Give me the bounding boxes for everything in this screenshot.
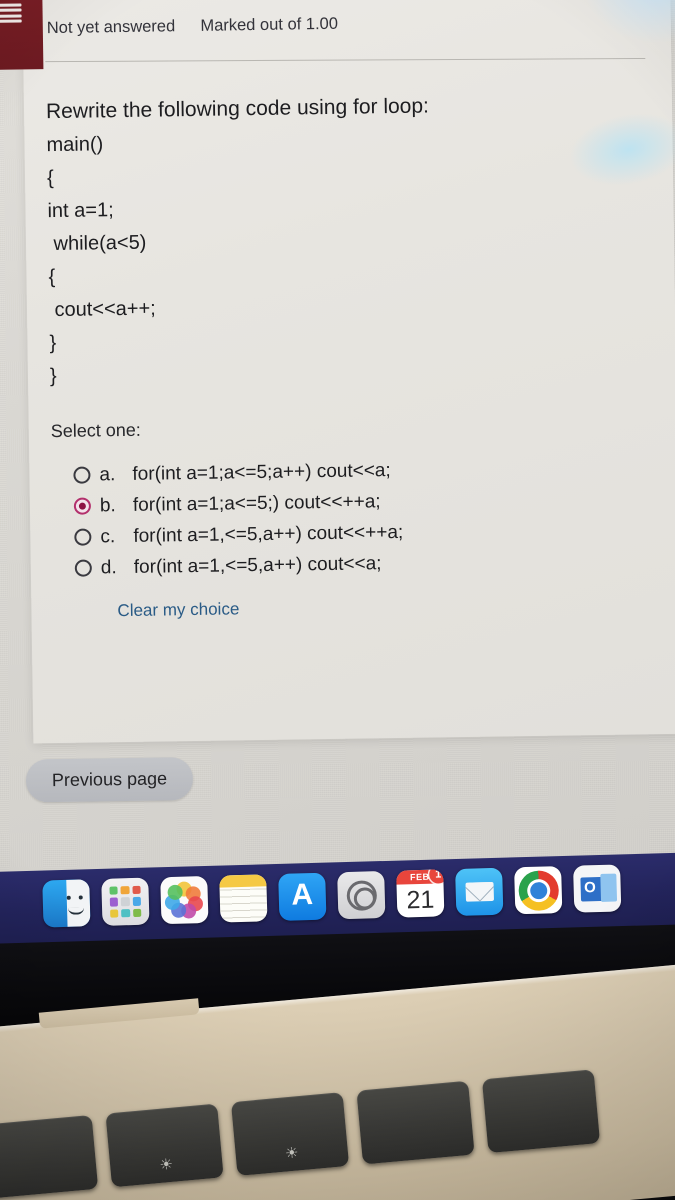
system-preferences-icon[interactable]: [337, 870, 386, 920]
question-meta: Not yet answered Marked out of 1.00: [47, 15, 338, 38]
calendar-icon[interactable]: FEB 21 1: [396, 869, 445, 918]
option-text: for(int a=1;a<=5;) cout<<++a;: [132, 491, 381, 516]
launchpad-icon[interactable]: [101, 877, 150, 926]
app-store-icon[interactable]: A: [278, 872, 327, 921]
radio-option-d[interactable]: [74, 559, 92, 577]
question-card: Question 24 Not yet answered Marked out …: [21, 0, 675, 744]
option-text: for(int a=1;a<=5;a++) cout<<a;: [132, 460, 391, 485]
select-one-label: Select one:: [50, 419, 141, 442]
keyboard-key[interactable]: ☀: [230, 1092, 350, 1176]
moodle-nav-strip: [0, 0, 44, 70]
radio-option-b[interactable]: [73, 497, 92, 515]
keyboard-key[interactable]: [356, 1080, 475, 1165]
answer-group: Select one: a. for(int a=1;a<=5;a++) cou…: [51, 412, 634, 622]
app-store-glyph: A: [290, 877, 314, 912]
mail-icon[interactable]: [455, 867, 504, 916]
outlook-icon[interactable]: [573, 864, 622, 913]
hamburger-icon[interactable]: [0, 3, 22, 23]
laptop-photo: Question 24 Not yet answered Marked out …: [0, 0, 675, 1200]
code-line: }: [49, 364, 57, 388]
option-text: for(int a=1,<=5,a++) cout<<++a;: [133, 521, 404, 547]
moodle-quiz-page: Question 24 Not yet answered Marked out …: [0, 0, 675, 924]
calendar-day: 21: [406, 885, 435, 915]
finder-icon[interactable]: [42, 879, 91, 928]
notes-icon[interactable]: [219, 874, 268, 923]
brightness-up-icon: ☀: [284, 1144, 300, 1163]
radio-option-c[interactable]: [74, 528, 92, 546]
keyboard-key[interactable]: [0, 1114, 99, 1199]
answer-option-d[interactable]: d. for(int a=1,<=5,a++) cout<<a;: [74, 546, 633, 582]
option-letter: c.: [100, 526, 116, 548]
answer-option-a[interactable]: a. for(int a=1;a<=5;a++) cout<<a;: [73, 453, 631, 489]
option-letter: d.: [100, 557, 117, 579]
status-badge: Not yet answered: [46, 17, 176, 38]
photos-icon[interactable]: [160, 875, 209, 925]
radio-option-a[interactable]: [73, 466, 91, 484]
option-letter: b.: [99, 495, 116, 517]
answer-option-c[interactable]: c. for(int a=1,<=5,a++) cout<<++a;: [74, 515, 632, 551]
chrome-icon[interactable]: [514, 866, 563, 915]
option-letter: a.: [99, 464, 116, 486]
keyboard-key[interactable]: ☀: [105, 1103, 224, 1188]
divider: [45, 57, 646, 63]
question-body: Rewrite the following code using for loo…: [46, 87, 610, 393]
previous-page-button[interactable]: Previous page: [25, 757, 194, 803]
laptop-screen: Question 24 Not yet answered Marked out …: [0, 0, 675, 924]
option-text: for(int a=1,<=5,a++) cout<<a;: [133, 553, 382, 578]
clear-my-choice-link[interactable]: Clear my choice: [117, 599, 239, 621]
marks-label: Marked out of 1.00: [200, 14, 339, 35]
answer-option-b[interactable]: b. for(int a=1;a<=5;) cout<<++a;: [73, 484, 632, 520]
brightness-down-icon: ☀: [158, 1155, 174, 1174]
keyboard-key[interactable]: [481, 1069, 601, 1154]
